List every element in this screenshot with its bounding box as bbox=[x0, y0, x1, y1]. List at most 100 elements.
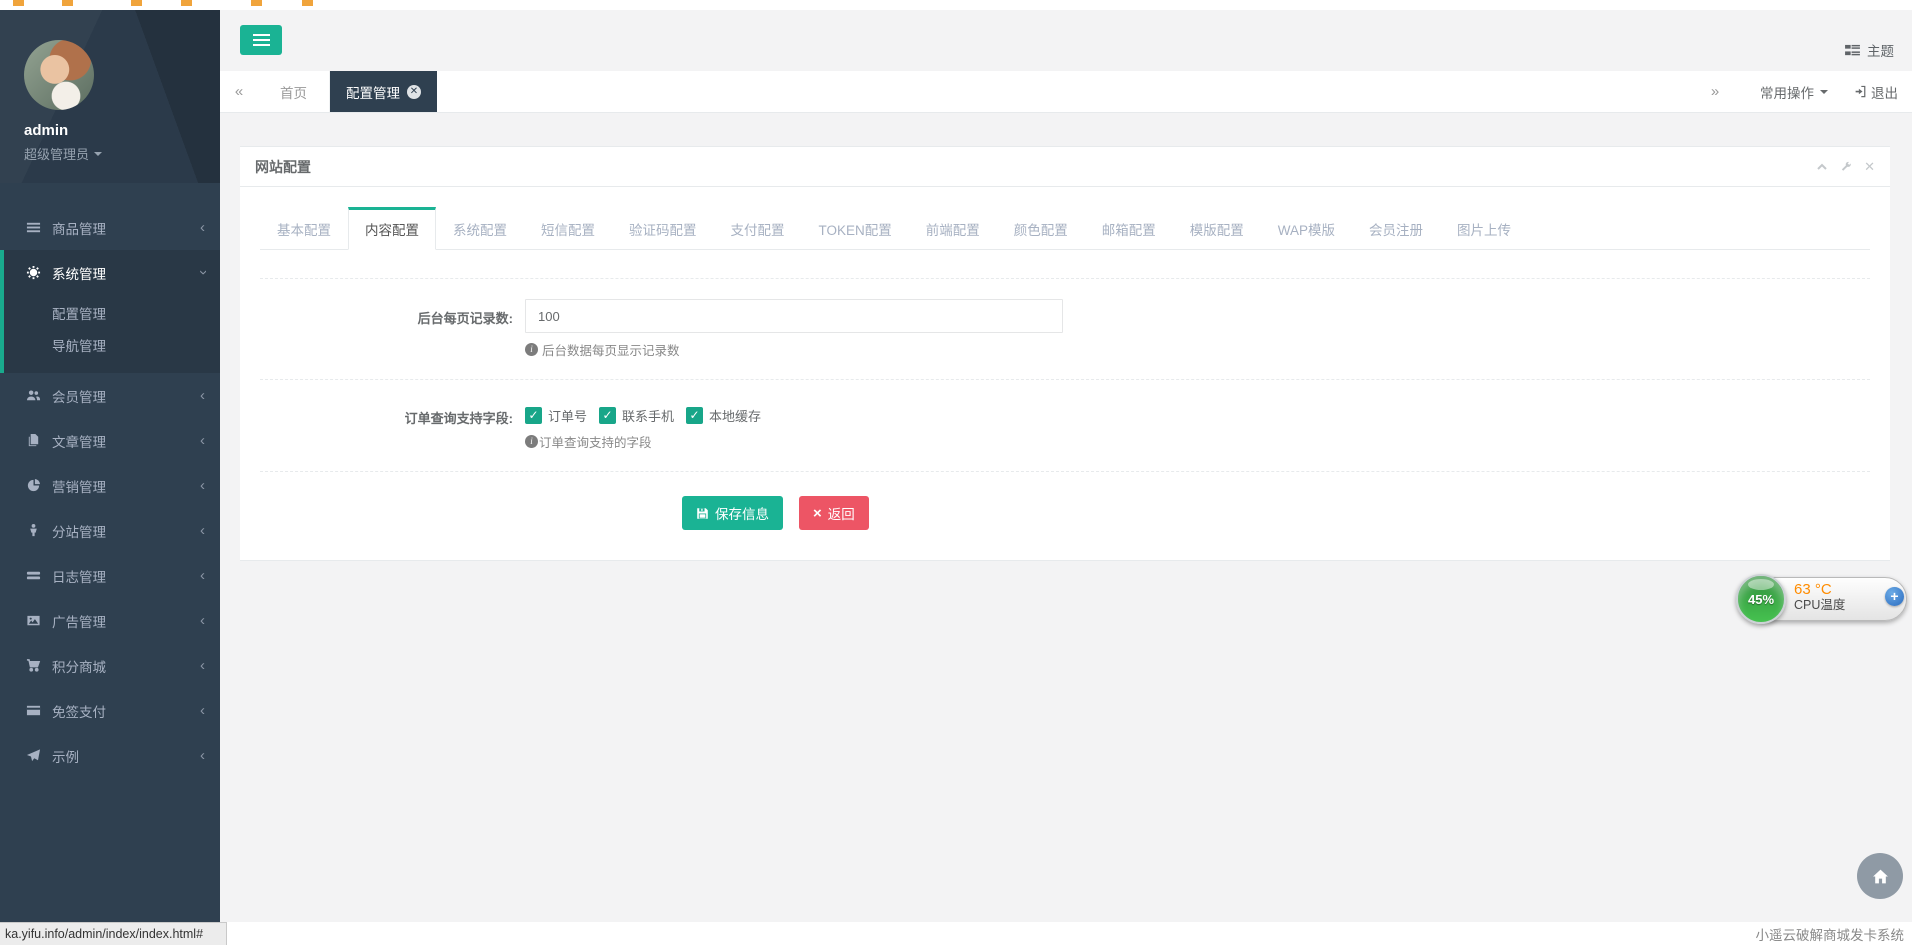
checked-checkbox-icon[interactable]: ✓ bbox=[525, 407, 542, 424]
bookmark-favicon bbox=[302, 0, 313, 6]
sidebar-group-system: 系统管理 ‹ 配置管理 导航管理 bbox=[0, 250, 220, 373]
sidebar-item-label: 商品管理 bbox=[52, 218, 106, 238]
x-icon: × bbox=[813, 506, 822, 521]
close-panel-icon[interactable]: ✕ bbox=[1864, 161, 1875, 173]
user-role-dropdown[interactable]: 超级管理员 bbox=[24, 144, 220, 163]
tab-color-config[interactable]: 颜色配置 bbox=[997, 207, 1085, 250]
user-name: admin bbox=[24, 122, 220, 139]
sidebar-item-goods[interactable]: 商品管理 ‹ bbox=[0, 205, 220, 250]
cpu-widget-expand-button[interactable]: + bbox=[1885, 587, 1904, 606]
tab-frontend-config[interactable]: 前端配置 bbox=[909, 207, 997, 250]
page-size-input[interactable] bbox=[525, 299, 1063, 333]
cpu-monitor-widget[interactable]: 45% 63 °C CPU温度 + bbox=[1736, 574, 1912, 630]
sidebar-item-label: 会员管理 bbox=[52, 386, 106, 406]
wrench-icon[interactable] bbox=[1840, 161, 1852, 173]
sidebar-item-examples[interactable]: 示例 ‹ bbox=[0, 733, 220, 778]
sidebar-item-system[interactable]: 系统管理 ‹ bbox=[4, 250, 220, 295]
sidebar-item-members[interactable]: 会员管理 ‹ bbox=[0, 373, 220, 418]
checkbox-local-cache[interactable]: ✓ 本地缓存 bbox=[686, 406, 761, 425]
tab-label: 配置管理 bbox=[346, 82, 400, 102]
sidebar-item-substations[interactable]: 分站管理 ‹ bbox=[0, 508, 220, 553]
field-help: i 后台数据每页显示记录数 bbox=[525, 340, 1870, 359]
panel-title: 网站配置 bbox=[255, 157, 311, 177]
sidebar-item-label: 广告管理 bbox=[52, 611, 106, 631]
chevron-left-icon: ‹ bbox=[200, 477, 205, 494]
tab-wap-template[interactable]: WAP模版 bbox=[1261, 207, 1352, 250]
tab-basic-config[interactable]: 基本配置 bbox=[260, 207, 348, 250]
tab-sms-config[interactable]: 短信配置 bbox=[524, 207, 612, 250]
sidebar-item-label: 积分商城 bbox=[52, 656, 106, 676]
cpu-temp-block: 63 °C CPU温度 bbox=[1794, 581, 1845, 613]
checkbox-order-number[interactable]: ✓ 订单号 bbox=[525, 406, 587, 425]
back-button[interactable]: × 返回 bbox=[799, 496, 869, 530]
sidebar-toggle-button[interactable] bbox=[240, 25, 282, 55]
form-actions: 保存信息 × 返回 bbox=[260, 496, 1870, 530]
tab-template-config[interactable]: 模版配置 bbox=[1173, 207, 1261, 250]
tab-system-config[interactable]: 系统配置 bbox=[436, 207, 524, 250]
save-button[interactable]: 保存信息 bbox=[682, 496, 783, 530]
sidebar-item-config[interactable]: 配置管理 bbox=[4, 299, 220, 331]
tab-token-config[interactable]: TOKEN配置 bbox=[802, 207, 909, 250]
sidebar-item-navigation[interactable]: 导航管理 bbox=[4, 331, 220, 363]
bookmark-favicon bbox=[62, 0, 73, 6]
theme-button[interactable]: 主题 bbox=[1845, 40, 1894, 60]
field-help: i 订单查询支持的字段 bbox=[525, 432, 1870, 451]
tab-content-config[interactable]: 内容配置 bbox=[348, 207, 436, 250]
cart-icon bbox=[25, 658, 42, 673]
sidebar-nav: 商品管理 ‹ 系统管理 ‹ 配置管理 导航管理 bbox=[0, 205, 220, 778]
credit-card-icon bbox=[25, 703, 42, 718]
pie-chart-icon bbox=[25, 478, 42, 493]
tab-captcha-config[interactable]: 验证码配置 bbox=[612, 207, 714, 250]
list-icon bbox=[25, 568, 42, 583]
checked-checkbox-icon[interactable]: ✓ bbox=[599, 407, 616, 424]
avatar[interactable] bbox=[24, 40, 94, 110]
sidebar-item-articles[interactable]: 文章管理 ‹ bbox=[0, 418, 220, 463]
collapse-icon[interactable] bbox=[1816, 161, 1828, 173]
tabs-scroll-left-button[interactable]: « bbox=[220, 71, 258, 112]
window-tab-bar: « 首页 配置管理 ✕ » 常用操作 退出 bbox=[220, 71, 1912, 113]
form-row-order-query-fields: 订单查询支持字段: ✓ 订单号 ✓ 联系手机 bbox=[260, 400, 1870, 451]
sidebar-item-logs[interactable]: 日志管理 ‹ bbox=[0, 553, 220, 598]
sidebar-item-points-mall[interactable]: 积分商城 ‹ bbox=[0, 643, 220, 688]
users-icon bbox=[25, 388, 42, 403]
sidebar-item-pay[interactable]: 免签支付 ‹ bbox=[0, 688, 220, 733]
browser-status-link: ka.yifu.info/admin/index/index.html# bbox=[0, 922, 227, 945]
cpu-temp-label: CPU温度 bbox=[1794, 598, 1845, 612]
site-config-panel: 网站配置 ✕ 基本配置 内容配置 系统配置 短信配置 验证码配置 支付配置 bbox=[240, 146, 1890, 561]
tab-payment-config[interactable]: 支付配置 bbox=[714, 207, 802, 250]
sidebar-item-label: 示例 bbox=[52, 746, 79, 766]
caret-down-icon bbox=[1820, 90, 1828, 94]
tabs-scroll-right-button[interactable]: » bbox=[1696, 83, 1734, 100]
cpu-usage-value: 45% bbox=[1748, 592, 1774, 607]
sidebar-item-label: 日志管理 bbox=[52, 566, 106, 586]
logout-button[interactable]: 退出 bbox=[1854, 82, 1898, 102]
back-to-top-home-button[interactable] bbox=[1857, 853, 1903, 899]
sidebar-item-marketing[interactable]: 营销管理 ‹ bbox=[0, 463, 220, 508]
config-tabs: 基本配置 内容配置 系统配置 短信配置 验证码配置 支付配置 TOKEN配置 前… bbox=[260, 207, 1870, 250]
bookmarks-strip bbox=[0, 0, 1912, 10]
chevron-left-icon: ‹ bbox=[200, 657, 205, 674]
logout-icon bbox=[1854, 85, 1867, 98]
footer-brand: 小遥云破解商城发卡系统 bbox=[1756, 924, 1912, 944]
tab-config-management[interactable]: 配置管理 ✕ bbox=[330, 71, 437, 112]
tab-email-config[interactable]: 邮箱配置 bbox=[1085, 207, 1173, 250]
caret-down-icon bbox=[94, 152, 102, 156]
common-operations-dropdown[interactable]: 常用操作 bbox=[1760, 82, 1828, 102]
tab-member-register[interactable]: 会员注册 bbox=[1352, 207, 1440, 250]
common-operations-label: 常用操作 bbox=[1760, 82, 1814, 102]
panel-tools: ✕ bbox=[1816, 161, 1875, 173]
chevron-left-icon: ‹ bbox=[200, 387, 205, 404]
tab-home[interactable]: 首页 bbox=[258, 71, 330, 112]
theme-label: 主题 bbox=[1867, 40, 1894, 60]
bookmark-favicon bbox=[131, 0, 142, 6]
tab-image-upload[interactable]: 图片上传 bbox=[1440, 207, 1528, 250]
bottom-bar: ka.yifu.info/admin/index/index.html# 小遥云… bbox=[0, 922, 1912, 945]
bookmark-favicon bbox=[13, 0, 24, 6]
close-tab-icon[interactable]: ✕ bbox=[407, 85, 421, 99]
form-row-page-size: 后台每页记录数: i 后台数据每页显示记录数 bbox=[260, 299, 1870, 359]
sidebar-item-ads[interactable]: 广告管理 ‹ bbox=[0, 598, 220, 643]
checkbox-contact-phone[interactable]: ✓ 联系手机 bbox=[599, 406, 674, 425]
bookmark-favicon bbox=[251, 0, 262, 6]
checked-checkbox-icon[interactable]: ✓ bbox=[686, 407, 703, 424]
person-icon bbox=[25, 523, 42, 538]
